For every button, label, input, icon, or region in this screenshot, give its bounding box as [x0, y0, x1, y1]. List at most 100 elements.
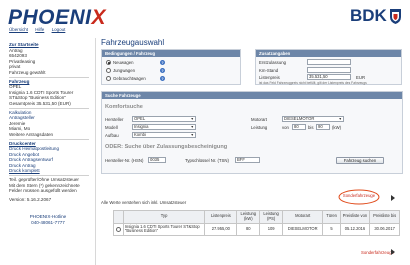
chevron-down-icon: ▼ — [338, 117, 342, 121]
sidebar-item[interactable]: Druck komplett — [9, 168, 89, 174]
main-content: Fahrzeugauswahl Bedingungen / Fahrzeug N… — [101, 38, 404, 265]
leistung-von-label: von — [282, 125, 289, 130]
table-header-select — [113, 210, 124, 224]
bdk-logo: BDK — [350, 6, 387, 25]
modell-label: Modell — [105, 125, 118, 130]
gebrauchtwagen-radio[interactable] — [106, 76, 111, 82]
fahrzeug-suchen-button[interactable]: Fahrzeug suchen — [336, 157, 384, 164]
listenpreis-unit: EUR — [356, 75, 366, 80]
leistung-von-input[interactable]: 80 — [292, 124, 306, 130]
erstzulassung-label: Erstzulassung — [259, 60, 286, 65]
motorart-select[interactable]: DIESELMOTOR ▼ — [282, 116, 344, 122]
hersteller-label: Hersteller — [105, 117, 124, 122]
leistung-unit: (kW) — [332, 125, 342, 130]
jungwagen-label: Jungwagen — [113, 68, 135, 73]
kmstand-label: Km-Stand — [259, 68, 279, 73]
table-header: Preisliste von — [339, 210, 371, 224]
table-cell: 30.06.2017 — [369, 222, 400, 237]
logo-x: X — [91, 6, 107, 29]
chevron-down-icon: ▼ — [190, 125, 194, 129]
hotline-box: PHOENIX-Hotline 040-48061-7777 — [0, 214, 96, 225]
chevron-down-icon: ▼ — [190, 133, 194, 137]
sidebar-item: Fahrzeug gewählt — [9, 69, 46, 75]
erstzulassung-input[interactable] — [307, 59, 351, 65]
sidebar-item: Gesamtpreis 35.531,50 (EUR) — [9, 100, 71, 106]
listenpreis-input[interactable]: 35.531,50 — [307, 74, 351, 80]
table-cell: 80 — [236, 222, 261, 237]
extra-panel-heading: Zusatzangaben — [256, 50, 401, 57]
motorart-label: Motorart — [251, 117, 267, 122]
hsn-input[interactable]: 0035 — [148, 157, 166, 163]
gebrauchtwagen-help-icon[interactable]: ? — [160, 76, 165, 81]
results-note: Alle Werte verstehen sich inkl. Umsatzst… — [101, 200, 187, 205]
nav-logout-link[interactable]: Logout — [52, 27, 66, 32]
app-header: PHOENIX Übersicht Hilfe Logout BDK — [0, 0, 410, 36]
condition-jungwagen-option[interactable]: Jungwagen — [106, 68, 135, 74]
sidebar-item: Teil. geprüfter/Ohne Umsatzsteuer — [9, 177, 79, 183]
sidebar-items: Zur Startseite Antrag 6542093 Privatleasing… — [9, 42, 89, 202]
table-header: Leistung (kW) — [236, 210, 261, 224]
gebrauchtwagen-label: Gebrauchtwagen — [113, 76, 146, 81]
extra-panel: Zusatzangaben Erstzulassung Km-Stand Lis… — [255, 49, 402, 85]
aufbau-value: Kombi — [134, 132, 146, 137]
aufbau-select[interactable]: Kombi ▼ — [132, 132, 196, 138]
modell-select[interactable]: Insignia ▼ — [132, 124, 196, 130]
leistung-bis-input[interactable]: 90 — [316, 124, 330, 130]
bdk-shield-icon — [390, 9, 401, 24]
chevron-down-icon: ▼ — [190, 117, 194, 121]
table-row[interactable]: Insignia 1.6 CDTI Sports Tourer ST&Stop … — [113, 222, 400, 237]
tsn-label: Typschlüssel Nr. (TSN) — [185, 158, 229, 163]
aufbau-label: Aufbau — [105, 133, 119, 138]
table-cell: DIESELMOTOR — [282, 222, 324, 237]
jungwagen-help-icon[interactable]: ? — [160, 68, 165, 73]
listenpreis-note: ist das Feld Fahrzeugpreis nicht befüllt… — [259, 81, 367, 85]
logo-text: PHOENI — [8, 6, 92, 29]
nav-uebersicht-link[interactable]: Übersicht — [9, 27, 28, 32]
condition-panel: Bedingungen / Fahrzeug Neuwagen ? Jungwa… — [101, 49, 241, 85]
nav-hilfe-link[interactable]: Hilfe — [35, 27, 44, 32]
sonderfahrzeuge-bottom-link[interactable]: Sonderfahrzeuge — [361, 250, 394, 255]
condition-gebrauchtwagen-option[interactable]: Gebrauchtwagen — [106, 76, 146, 82]
neuwagen-radio[interactable] — [106, 60, 111, 66]
sidebar-divider — [9, 175, 89, 177]
table-header: Leistung (PS) — [259, 210, 284, 224]
sidebar-item: Felder müssen ausgefüllt werden — [9, 188, 77, 194]
sidebar-item: Version: 5.16.2.2067 — [9, 196, 52, 202]
sidebar-divider — [9, 107, 89, 109]
neuwagen-help-icon[interactable]: ? — [160, 60, 165, 65]
neuwagen-label: Neuwagen — [113, 60, 134, 65]
row-select-cell[interactable] — [113, 222, 124, 237]
listenpreis-label: Listenpreis — [259, 75, 280, 80]
motorart-value: DIESELMOTOR — [284, 116, 315, 121]
highlight-circle-icon — [338, 189, 380, 205]
condition-panel-heading: Bedingungen / Fahrzeug — [102, 50, 240, 57]
modell-value: Insignia — [134, 124, 149, 129]
table-cell: 109 — [259, 222, 284, 237]
page-title: Fahrzeugauswahl — [101, 38, 165, 47]
komfortsuche-heading: Komfortsuche — [105, 104, 143, 110]
top-nav: Übersicht Hilfe Logout — [9, 27, 71, 32]
sidebar: Zur Startseite Antrag 6542093 Privatleasing… — [0, 38, 96, 265]
kmstand-input[interactable] — [307, 67, 351, 73]
table-header: Türen — [322, 210, 341, 224]
results-table: Typ Listenpreis Leistung (kW) Leistung (… — [113, 210, 400, 237]
hsn-label: Hersteller-Nr. (HSN) — [105, 158, 144, 163]
table-header: Listenpreis — [204, 210, 238, 224]
play-arrow-icon[interactable] — [391, 195, 395, 201]
sidebar-divider — [9, 138, 89, 140]
condition-neuwagen-option[interactable]: Neuwagen — [106, 60, 134, 66]
tsn-input[interactable]: BFF — [235, 157, 260, 163]
table-header: Preisliste bis — [369, 210, 400, 224]
search-panel-heading: Suche Fahrzeuge — [102, 92, 402, 99]
jungwagen-radio[interactable] — [106, 68, 111, 74]
row-select-radio[interactable] — [115, 226, 121, 232]
sidebar-item: Weitere Antragsdaten — [9, 131, 54, 137]
table-cell: 5 — [322, 222, 341, 237]
hersteller-select[interactable]: OPEL ▼ — [132, 116, 196, 122]
search-panel: Suche Fahrzeuge Komfortsuche Hersteller … — [101, 91, 403, 174]
play-arrow-bottom-icon[interactable] — [391, 249, 395, 255]
table-header-row: Typ Listenpreis Leistung (kW) Leistung (… — [113, 210, 400, 224]
leistung-label: Leistung — [251, 125, 268, 130]
hotline-phone: 040-48061-7777 — [31, 219, 65, 225]
sidebar-divider — [9, 76, 89, 78]
